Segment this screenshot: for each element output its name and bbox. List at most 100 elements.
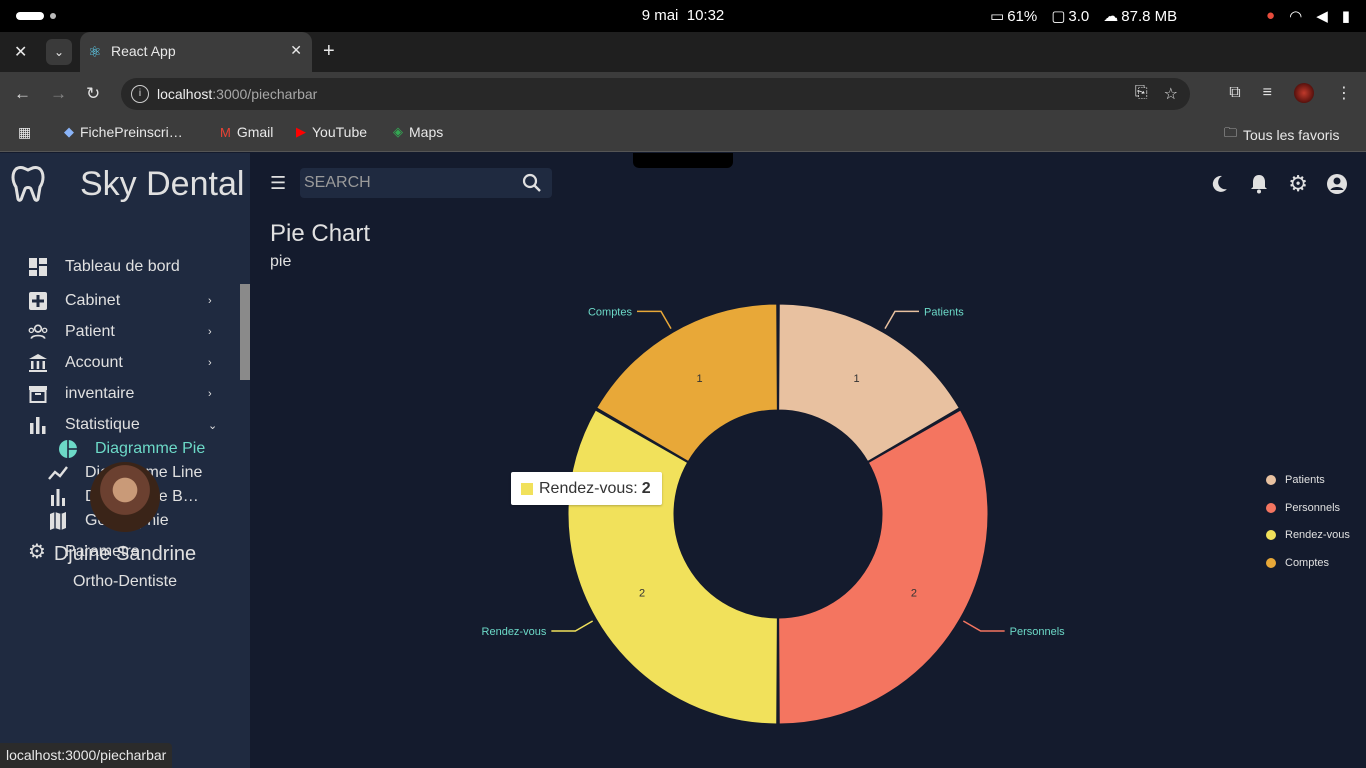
bar-chart-icon	[30, 417, 46, 434]
apps-grid-icon[interactable]: ▦	[18, 124, 31, 141]
map-icon	[50, 512, 66, 530]
tab-title: React App	[111, 43, 176, 59]
dashboard-icon	[29, 258, 47, 276]
legend-item-patients[interactable]: Patients	[1266, 466, 1350, 494]
dark-mode-icon[interactable]	[1208, 173, 1230, 200]
close-window-icon[interactable]: ✕	[14, 42, 27, 62]
tab-strip: ✕ ⌄ ⚛ React App ✕ +	[0, 32, 1366, 72]
sidebar-item-cabinet[interactable]: Cabinet ›	[28, 291, 212, 311]
react-icon: ⚛	[88, 44, 102, 61]
chart-tooltip: Rendez-vous: 2	[511, 472, 662, 505]
medical-plus-icon	[29, 292, 47, 310]
bookmark-fichepreinscri[interactable]: ◆ FichePreinscri…	[64, 124, 183, 140]
address-bar-row: ← → ↻ i localhost:3000/piecharbar ⎘ ☆ ⧉ …	[0, 72, 1366, 116]
sidebar-item-statistique[interactable]: Statistique ⌄	[28, 415, 217, 435]
forward-icon[interactable]: →	[50, 84, 67, 104]
profile-role: Ortho-Dentiste	[72, 573, 178, 590]
back-icon[interactable]: ←	[14, 84, 31, 104]
pie-slice-personnels[interactable]	[778, 409, 989, 725]
bookmark-youtube[interactable]: ▶ YouTube	[296, 124, 367, 140]
cube-icon: ◆	[64, 124, 74, 139]
sidebar-scrollbar[interactable]	[240, 284, 250, 380]
arc-link-line-personnels	[962, 620, 1005, 632]
arc-link-line-comptes	[637, 310, 672, 330]
app-topbar: ☰ ⚙	[250, 153, 1366, 213]
pie-chart-icon	[59, 440, 77, 458]
chevron-right-icon: ›	[208, 357, 212, 369]
slice-value-label-rendez-vous: 2	[639, 588, 645, 600]
search-input[interactable]	[304, 172, 504, 194]
arc-link-label-personnels: Personnels	[1010, 626, 1066, 638]
battery-chip-icon: ▭	[990, 8, 1005, 25]
pie-chart: 1 Patients 2 Personnels 2 Rendez-vous 1 Comptes	[482, 303, 1066, 725]
legend-swatch	[1266, 474, 1276, 485]
arc-link-line-patients	[884, 310, 919, 330]
bookmark-maps[interactable]: ◈ Maps	[393, 124, 443, 140]
bar-chart-icon	[51, 489, 65, 506]
arc-link-label-rendez-vous: Rendez-vous	[482, 626, 547, 638]
arc-link-label-comptes: Comptes	[588, 306, 633, 318]
extensions-icon[interactable]: ⧉	[1229, 84, 1240, 102]
legend-label: Patients	[1285, 473, 1325, 486]
wifi-icon[interactable]: ◠	[1289, 7, 1302, 25]
arc-link-line-rendez-vous	[551, 620, 594, 632]
arc-link-label-patients: Patients	[924, 306, 964, 318]
monitor-icon: ▢	[1051, 8, 1066, 25]
search-box	[300, 168, 552, 198]
profile-avatar-icon[interactable]	[1294, 83, 1314, 103]
gmail-icon: M	[220, 124, 231, 140]
sidebar-item-diagramme-pie[interactable]: Diagramme Pie	[58, 439, 205, 459]
avatar	[90, 462, 160, 532]
profile-name: Djuine Sandrine	[53, 543, 197, 565]
url-field[interactable]: i localhost:3000/piecharbar ⎘ ☆	[121, 78, 1190, 110]
sidebar-item-inventaire[interactable]: inventaire ›	[28, 384, 212, 404]
os-status-bar: 9 mai 10:32 ▭ 61% ▢ 3.0 ☁ 87.8 MB ● ◠ ◀ ▮	[0, 0, 1366, 32]
slice-value-label-personnels: 2	[911, 588, 917, 600]
tooth-logo-icon	[11, 165, 45, 202]
folder-icon: 🗀	[1224, 125, 1238, 140]
page-subtitle: pie	[270, 253, 292, 270]
chevron-right-icon: ›	[208, 388, 212, 400]
bookmark-star-icon[interactable]: ☆	[1164, 84, 1178, 104]
account-circle-icon[interactable]	[1326, 173, 1348, 200]
all-favorites[interactable]: 🗀 Tous les favoris	[1224, 124, 1340, 146]
legend-item-comptes[interactable]: Comptes	[1266, 549, 1350, 577]
close-tab-icon[interactable]: ✕	[290, 42, 302, 59]
legend-label: Personnels	[1285, 501, 1341, 514]
tab-search-button[interactable]: ⌄	[46, 39, 72, 65]
tooltip-label: Rendez-vous:	[539, 479, 638, 497]
sidebar-item-account[interactable]: Account ›	[28, 353, 212, 373]
youtube-icon: ▶	[296, 124, 306, 139]
battery-text: 61%	[1007, 7, 1038, 25]
notification-dot-icon[interactable]: ●	[1266, 7, 1275, 25]
legend-item-personnels[interactable]: Personnels	[1266, 494, 1350, 522]
search-icon[interactable]	[522, 173, 542, 198]
hamburger-menu-icon[interactable]: ☰	[270, 173, 286, 194]
pie-slice-rendez-vous[interactable]	[567, 409, 778, 725]
tab-react-app[interactable]: ⚛ React App ✕	[80, 32, 312, 72]
install-app-icon[interactable]: ⎘	[1135, 84, 1148, 104]
legend-swatch	[1266, 557, 1276, 568]
reload-icon[interactable]: ↻	[86, 84, 100, 104]
settings-icon[interactable]: ⚙	[1288, 173, 1308, 200]
chevron-right-icon: ›	[208, 295, 212, 307]
legend-swatch	[1266, 502, 1276, 513]
menu-kebab-icon[interactable]: ⋮	[1336, 83, 1352, 103]
brand-title: Sky Dental	[80, 165, 245, 203]
url-host: localhost	[157, 86, 213, 102]
volume-icon[interactable]: ◀	[1316, 7, 1328, 25]
site-info-icon[interactable]: i	[131, 85, 149, 103]
media-control-icon[interactable]: ≡	[1263, 84, 1272, 102]
camera-notch	[633, 153, 733, 168]
bookmark-gmail[interactable]: M Gmail	[220, 124, 273, 140]
new-tab-button[interactable]: +	[323, 40, 335, 63]
notifications-icon[interactable]	[1248, 173, 1270, 200]
legend-item-rendez-vous[interactable]: Rendez-vous	[1266, 521, 1350, 549]
sidebar-item-dashboard[interactable]: Tableau de bord	[28, 257, 180, 277]
line-chart-icon	[48, 466, 68, 480]
battery-icon[interactable]: ▮	[1342, 7, 1350, 25]
url-path: :3000/piecharbar	[212, 86, 318, 102]
people-icon	[28, 324, 48, 339]
sidebar-item-patient[interactable]: Patient ›	[28, 322, 212, 342]
slice-value-label-patients: 1	[853, 373, 859, 385]
